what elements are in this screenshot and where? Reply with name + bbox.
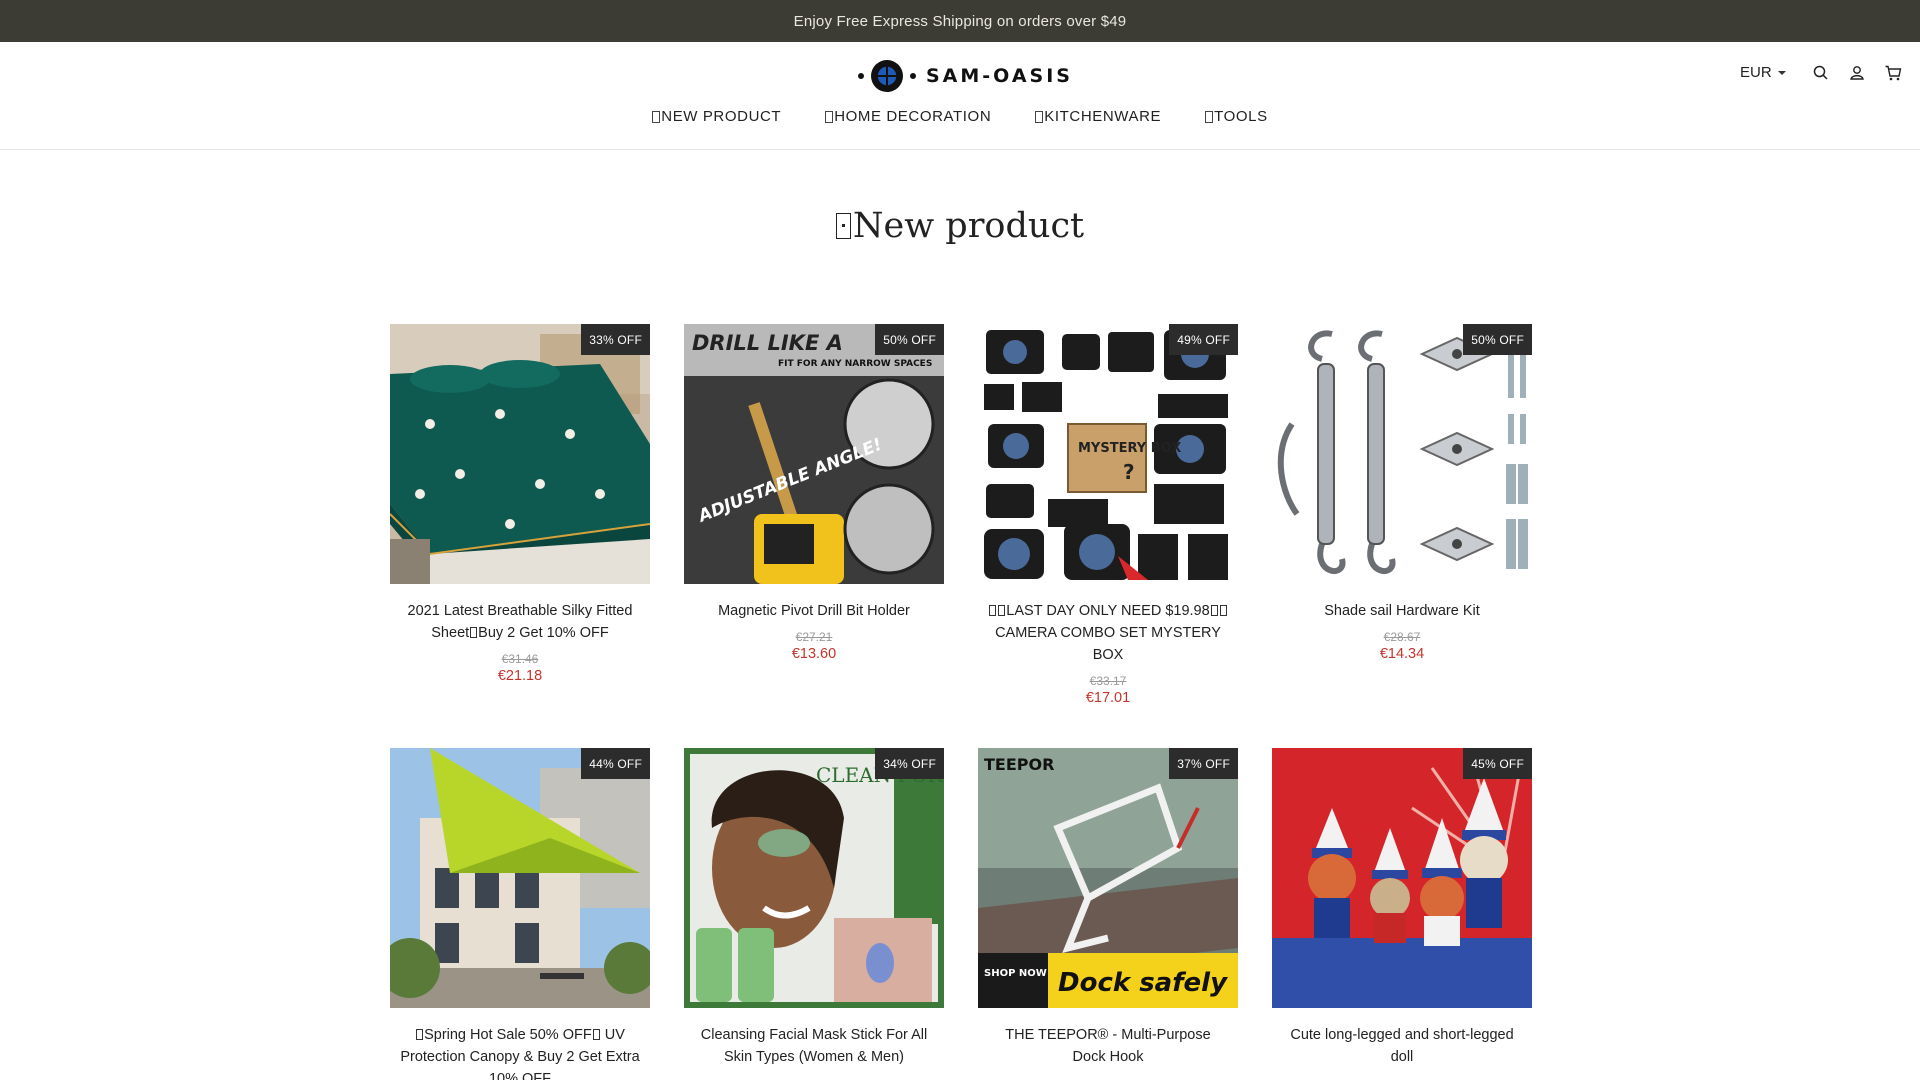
missing-glyph-icon <box>1210 605 1218 616</box>
discount-badge: 45% OFF <box>1463 748 1532 779</box>
nav-label: KITCHENWARE <box>1044 108 1162 125</box>
product-image[interactable]: TEEPOR SHOP NOW Dock safely 37% OFF <box>978 748 1238 1008</box>
chevron-down-icon <box>1777 70 1786 75</box>
missing-glyph-icon <box>652 110 661 123</box>
nav-item-home-decoration[interactable]: HOME DECORATION <box>825 108 991 125</box>
section-heading: New product <box>0 206 1920 246</box>
missing-glyph-icon <box>1035 110 1044 123</box>
product-card[interactable]: MYSTERY BOX ? 49% OFF LAST DAY ONLY NEED… <box>978 324 1238 706</box>
product-card[interactable]: 45% OFF Cute long-legged and short-legge… <box>1272 748 1532 1068</box>
product-title-part: Spring Hot Sale 50% OFF <box>424 1027 592 1043</box>
main-navigation: NEW PRODUCT HOME DECORATION KITCHENWARE … <box>0 108 1920 125</box>
nav-item-new-product[interactable]: NEW PRODUCT <box>652 108 781 125</box>
missing-glyph-icon <box>835 213 851 239</box>
product-image[interactable]: 45% OFF <box>1272 748 1532 1008</box>
currency-selector[interactable]: EUR <box>1740 64 1786 81</box>
product-image[interactable]: 44% OFF <box>390 748 650 1008</box>
missing-glyph-icon <box>998 605 1006 616</box>
uv-canopy-image <box>390 748 650 1008</box>
search-icon[interactable] <box>1812 64 1830 82</box>
dock-hook-image: TEEPOR SHOP NOW Dock safely <box>978 748 1238 1008</box>
nav-label: NEW PRODUCT <box>661 108 782 125</box>
gnome-dolls-image <box>1272 748 1532 1008</box>
cart-icon[interactable] <box>1884 64 1902 82</box>
site-header: SAM-OASIS EUR NEW PRODUCT HOME DECORATIO… <box>0 42 1920 150</box>
product-image[interactable]: CLEAN PORE DIRT 34% OFF <box>684 748 944 1008</box>
crosshair-logo-icon <box>871 60 903 92</box>
product-title-part: Buy 2 Get 10% OFF <box>478 625 609 641</box>
missing-glyph-icon <box>592 1029 600 1040</box>
missing-glyph-icon <box>989 605 997 616</box>
product-title-part: LAST DAY ONLY NEED $19.98 <box>1006 603 1210 619</box>
nav-item-tools[interactable]: TOOLS <box>1205 108 1268 125</box>
discount-badge: 50% OFF <box>1463 324 1532 355</box>
missing-glyph-icon <box>416 1029 424 1040</box>
missing-glyph-icon <box>470 627 478 638</box>
compare-price: €31.46 <box>501 652 539 666</box>
product-title[interactable]: Magnetic Pivot Drill Bit Holder <box>684 600 944 622</box>
dock-safely-slogan: Dock safely <box>1058 968 1228 998</box>
sale-price: €17.01 <box>1085 690 1131 706</box>
product-card[interactable]: DRILL LIKE A FIT FOR ANY NARROW SPACES A… <box>684 324 944 662</box>
compare-price: €27.21 <box>795 630 833 644</box>
product-title[interactable]: Shade sail Hardware Kit <box>1272 600 1532 622</box>
announcement-text: Enjoy Free Express Shipping on orders ov… <box>793 12 1127 30</box>
product-title[interactable]: THE TEEPOR® - Multi-Purpose Dock Hook <box>978 1024 1238 1068</box>
discount-badge: 33% OFF <box>581 324 650 355</box>
discount-badge: 50% OFF <box>875 324 944 355</box>
logo-dot-icon <box>858 73 864 79</box>
product-card[interactable]: TEEPOR SHOP NOW Dock safely 37% OFF THE … <box>978 748 1238 1068</box>
product-title[interactable]: LAST DAY ONLY NEED $19.98 CAMERA COMBO SE… <box>978 600 1238 666</box>
image-subline: FIT FOR ANY NARROW SPACES <box>778 359 932 369</box>
nav-label: HOME DECORATION <box>834 108 992 125</box>
discount-badge: 49% OFF <box>1169 324 1238 355</box>
product-image[interactable]: MYSTERY BOX ? 49% OFF <box>978 324 1238 584</box>
section-title-text: New product <box>852 206 1085 246</box>
product-image[interactable]: 33% OFF <box>390 324 650 584</box>
nav-item-kitchenware[interactable]: KITCHENWARE <box>1035 108 1161 125</box>
product-card[interactable]: 44% OFF Spring Hot Sale 50% OFF UV Prote… <box>390 748 650 1080</box>
facial-mask-stick-image: CLEAN PORE DIRT <box>684 748 944 1008</box>
product-image[interactable]: DRILL LIKE A FIT FOR ANY NARROW SPACES A… <box>684 324 944 584</box>
product-title[interactable]: 2021 Latest Breathable Silky Fitted Shee… <box>390 600 650 644</box>
account-icon[interactable] <box>1848 64 1866 82</box>
shop-now-label: SHOP NOW <box>984 968 1047 979</box>
nav-label: TOOLS <box>1214 108 1268 125</box>
svg-text:?: ? <box>1123 460 1135 484</box>
product-title[interactable]: Cute long-legged and short-legged doll <box>1272 1024 1532 1068</box>
drill-bit-holder-image: DRILL LIKE A FIT FOR ANY NARROW SPACES A… <box>684 324 944 584</box>
brand-name: SAM-OASIS <box>926 65 1073 87</box>
sale-price: €14.34 <box>1379 646 1425 662</box>
product-card[interactable]: CLEAN PORE DIRT 34% OFF Cleansing Facial… <box>684 748 944 1068</box>
missing-glyph-icon <box>1205 110 1214 123</box>
discount-badge: 37% OFF <box>1169 748 1238 779</box>
missing-glyph-icon <box>825 110 834 123</box>
product-title[interactable]: Spring Hot Sale 50% OFF UV Protection Ca… <box>390 1024 650 1080</box>
product-card[interactable]: 50% OFF Shade sail Hardware Kit €28.67 €… <box>1272 324 1532 662</box>
sale-price: €21.18 <box>497 668 543 684</box>
discount-badge: 34% OFF <box>875 748 944 779</box>
product-card[interactable]: 33% OFF 2021 Latest Breathable Silky Fit… <box>390 324 650 684</box>
fitted-sheet-image <box>390 324 650 584</box>
product-title-part: CAMERA COMBO SET MYSTERY BOX <box>995 625 1221 663</box>
announcement-bar: Enjoy Free Express Shipping on orders ov… <box>0 0 1920 42</box>
product-title[interactable]: Cleansing Facial Mask Stick For All Skin… <box>684 1024 944 1068</box>
mystery-box-label: MYSTERY BOX <box>1078 441 1181 456</box>
discount-badge: 44% OFF <box>581 748 650 779</box>
shade-sail-hardware-image <box>1272 324 1532 584</box>
compare-price: €33.17 <box>1089 674 1127 688</box>
brand-logo[interactable]: SAM-OASIS <box>858 58 1073 94</box>
compare-price: €28.67 <box>1383 630 1421 644</box>
image-headline: DRILL LIKE A <box>692 331 843 355</box>
missing-glyph-icon <box>1219 605 1227 616</box>
sale-price: €13.60 <box>791 646 837 662</box>
product-image[interactable]: 50% OFF <box>1272 324 1532 584</box>
currency-value: EUR <box>1740 64 1772 81</box>
logo-dot-icon <box>910 73 916 79</box>
teepor-logo-text: TEEPOR <box>984 755 1054 774</box>
camera-mystery-box-image: MYSTERY BOX ? <box>978 324 1238 584</box>
